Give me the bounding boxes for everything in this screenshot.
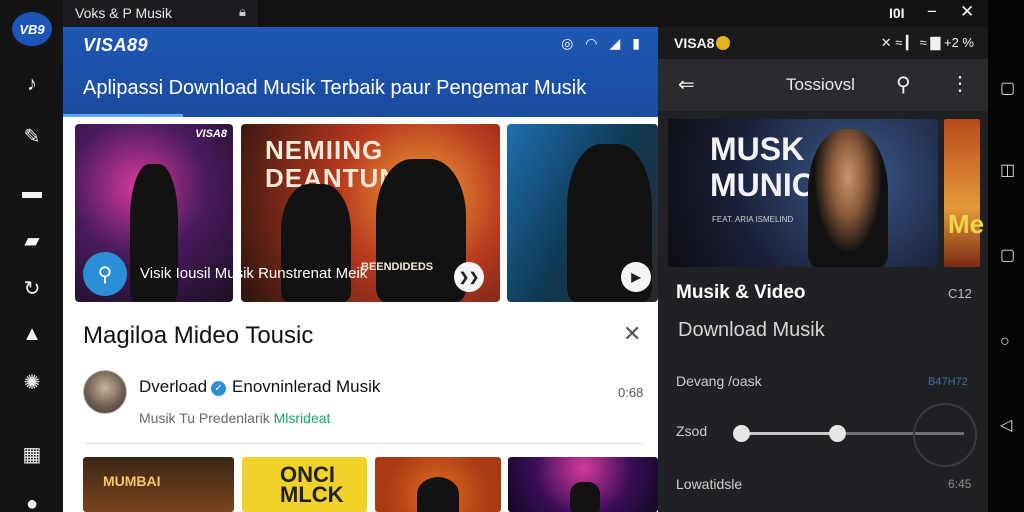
section-code: C12 [948,286,972,301]
slider-fill [740,432,836,435]
face-figure [417,477,459,512]
back-arrow-icon[interactable]: ⇐ [678,72,695,97]
pen-icon[interactable]: ✎ [18,122,46,150]
thumbnail[interactable]: ONCI MLCK [242,457,367,512]
wifi-icon: ◠ [585,35,598,51]
setting-value: B47H72 [928,376,968,388]
banner-subtitle: FEAT. ARIA ISMELIND [712,215,794,224]
poster-title: NEMIING DEANTUN [265,135,400,193]
thumbnail-text: ONCI MLCK [280,462,344,507]
item-sub-b: Mlsrideat [273,410,331,426]
featured-carousel: VISA8 ⚲ Visik Iousil Musik Runstrenat Me… [75,124,658,302]
brand-logo: VISA8 [674,35,731,51]
brand-dot-icon [716,36,731,50]
refresh-icon[interactable]: ↻ [18,274,46,302]
window-title: Voks & P Musik [75,5,173,21]
signal-icon: ◢ [609,35,621,51]
app-logo[interactable]: VB9 [12,12,52,46]
leaf-icon[interactable]: ● [18,490,46,512]
bookmark-icon[interactable]: ◫ [1000,160,1015,180]
singer-portrait [808,129,888,267]
thumbnail-text: MUMBAI [103,473,161,489]
hero-banner[interactable]: MUSK MUNIC FEAT. ARIA ISMELIND [668,119,938,267]
setting-label: Devang /oask [676,373,762,389]
window-titlebar: Voks & P Musik 🔒︎ I0I − ✕ [63,0,988,27]
screen: VB9 ♪ ✎ ▬ ▰ ↻ ▲ ✺ ▦ ● Voks & P Musik 🔒︎ … [0,0,1024,512]
singer-figure [376,159,466,302]
item-title-a: Dverload [139,377,208,396]
play-icon[interactable]: ▶ [621,262,651,292]
card-caption: Visik Iousil Musik Runstrenat Meik [140,265,368,282]
status-icons: ◎ ◠ ◢ ▮ [561,35,640,52]
thumbnail[interactable]: MUMBAI [83,457,234,512]
toolbar: ⇐ Tossiovsl ⚲ ⋮ [658,59,988,111]
icon-rail: VB9 ♪ ✎ ▬ ▰ ↻ ▲ ✺ ▦ ● [0,0,63,512]
right-app-panel: VISA8 ✕ ≈ ▎ ≈ ▇ +2 % ⇐ Tossiovsl ⚲ ⋮ MUS… [658,27,988,512]
banner-title: MUSK MUNIC [710,131,815,203]
recent-square-icon[interactable]: ▢ [1000,78,1015,98]
section-subheading[interactable]: Download Musik [678,319,825,342]
thumbnail[interactable] [375,457,501,512]
close-button[interactable]: ✕ [960,2,974,22]
left-app-panel: VISA89 ◎ ◠ ◢ ▮ Aplipassi Download Musik … [63,27,658,512]
slider-knob[interactable] [733,425,750,442]
battery-icon: ▮ [632,35,640,51]
back-triangle-icon[interactable]: ◁ [1000,415,1012,435]
app-header: VISA89 ◎ ◠ ◢ ▮ Aplipassi Download Musik … [63,27,658,117]
reel-icon[interactable]: ✺ [18,368,46,396]
setting-label: Lowatidsle [676,476,743,492]
card-watermark: VISA8 [195,128,227,140]
camera-icon[interactable]: ▲ [18,320,46,348]
location-pin-icon[interactable]: ⚲ [83,252,127,296]
item-title-b: Enovninlerad Musik [232,377,381,396]
thumbnail-row: MUMBAI ONCI MLCK [83,457,658,512]
status-bar: VISA8 ✕ ≈ ▎ ≈ ▇ +2 % [658,27,988,59]
more-options-icon[interactable]: ⋮ [950,71,970,96]
folder-icon[interactable]: ▰ [18,226,46,254]
performer-figure [570,482,600,512]
singer-figure [281,184,351,302]
setting-value: 6:45 [948,477,972,491]
hero-banner-next[interactable]: Me [944,119,984,267]
system-nav-bar: ▢ ◫ ▢ ○ ◁ [988,0,1024,512]
minimize-button[interactable]: I0I [889,5,905,21]
poster-sticker: BEENDIDEDS [361,261,434,273]
featured-card[interactable]: ▶ [507,124,658,302]
thumbnail[interactable] [508,457,658,512]
play-icon[interactable]: ❯❯ [454,262,484,292]
item-sub-a: Musik Tu Predenlarik [139,410,270,426]
search-icon[interactable]: ⚲ [896,72,911,97]
ghost-circle [913,403,977,467]
item-duration: 0:68 [618,385,644,400]
brand-text: VISA8 [674,35,715,51]
status-icons: ✕ ≈ ▎ ≈ ▇ +2 % [880,35,974,50]
music-note-icon[interactable]: ♪ [18,70,46,98]
grid-icon[interactable]: ▦ [18,440,46,468]
app-tagline: Aplipassi Download Musik Terbaik paur Pe… [83,77,587,99]
flag-icon[interactable]: ▬ [18,178,46,206]
home-circle-icon[interactable]: ○ [1000,333,1010,351]
verified-icon: ✓ [211,381,227,396]
lock-icon: 🔒︎ [239,4,246,19]
section-heading: Musik & Video [676,282,806,303]
section-title: Magiloa Mideo Tousic [83,322,314,349]
brand-logo: VISA89 [83,35,149,55]
tab-indicator [63,114,183,117]
square-icon[interactable]: ▢ [1000,245,1015,265]
toolbar-title: Tossiovsl [786,75,855,94]
slider-knob[interactable] [829,425,846,442]
banner-title: Me [948,209,985,239]
nfc-icon: ◎ [561,35,574,51]
list-item-subtitle: Musik Tu Predenlarik Mlsrideat [139,410,330,426]
close-icon[interactable]: ✕ [623,321,641,347]
maximize-button[interactable]: − [927,2,937,22]
divider [83,443,643,444]
list-item-title[interactable]: Dverload ✓ Enovninlerad Musik [139,377,380,397]
setting-label: Zsod [676,423,708,439]
avatar[interactable] [83,370,127,414]
